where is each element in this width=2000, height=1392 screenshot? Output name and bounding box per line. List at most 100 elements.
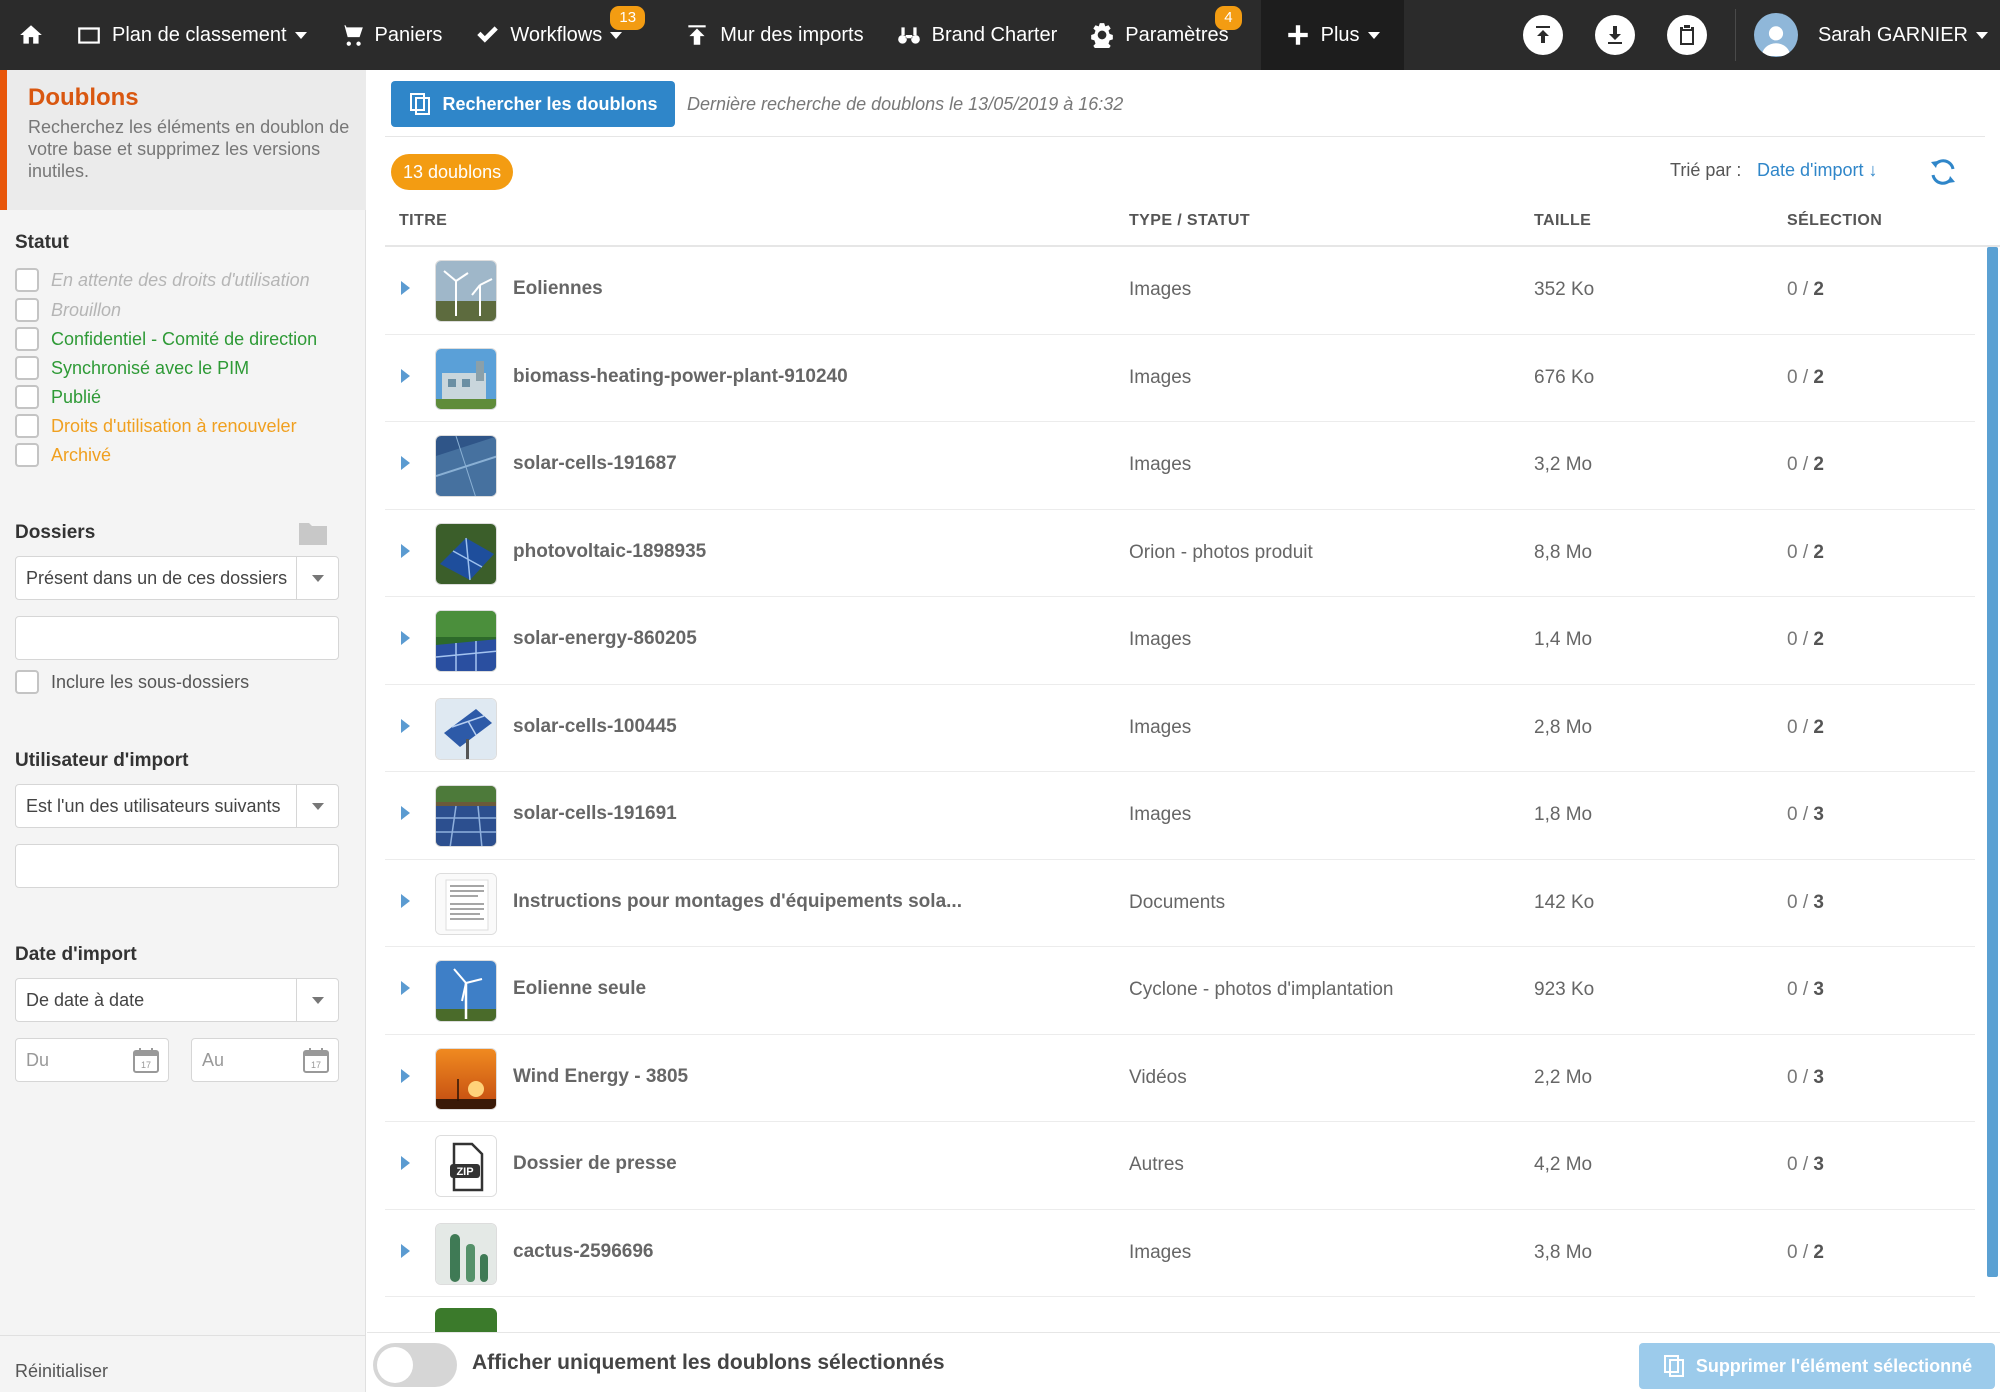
checkbox[interactable]	[15, 268, 39, 292]
chevron-down-icon	[296, 979, 338, 1021]
row-title[interactable]: Wind Energy - 3805	[513, 1066, 688, 1088]
table-row[interactable]: solar-cells-100445 Images 2,8 Mo 0 / 2	[385, 685, 1975, 772]
import-user-input[interactable]	[15, 844, 339, 888]
row-title[interactable]: Eoliennes	[513, 278, 603, 300]
selection-total: 2	[1813, 541, 1824, 563]
calendar-icon[interactable]: 17	[132, 1046, 160, 1074]
import-date-condition-select[interactable]: De date à date	[15, 978, 339, 1022]
table-row[interactable]: solar-cells-191691 Images 1,8 Mo 0 / 3	[385, 772, 1975, 860]
checkbox[interactable]	[15, 298, 39, 322]
delete-selected-button[interactable]: Supprimer l'élément sélectionné	[1639, 1343, 1995, 1389]
row-title[interactable]: Dossier de presse	[513, 1153, 677, 1175]
row-title[interactable]: cactus-2596696	[513, 1241, 654, 1263]
import-user-condition-select[interactable]: Est l'un des utilisateurs suivants	[15, 784, 339, 828]
user-menu[interactable]: Sarah GARNIER	[1746, 13, 2000, 57]
row-title[interactable]: solar-cells-191691	[513, 803, 677, 825]
thumbnail	[435, 1222, 497, 1285]
checkbox[interactable]	[15, 385, 39, 409]
checkbox[interactable]	[15, 414, 39, 438]
row-selection: 0 / 2	[1787, 629, 1824, 651]
status-checkbox[interactable]: En attente des droits d'utilisation	[15, 268, 310, 292]
row-title[interactable]: solar-cells-100445	[513, 716, 677, 738]
table-row[interactable]: Instructions pour montages d'équipements…	[385, 860, 1975, 947]
nav-parametres[interactable]: Paramètres 4	[1073, 0, 1244, 70]
row-title[interactable]: solar-cells-191687	[513, 453, 677, 475]
thumbnail	[435, 610, 497, 672]
checkbox[interactable]	[15, 670, 39, 694]
nav-plan-de-classement[interactable]: Plan de classement	[60, 0, 323, 70]
table-row[interactable]: Eolienne seule Cyclone - photos d'implant…	[385, 947, 1975, 1035]
filter-sidebar: Doublons Recherchez les éléments en doub…	[0, 70, 366, 1392]
date-to-input[interactable]: Au 17	[191, 1038, 339, 1082]
refresh-icon[interactable]	[1927, 156, 1959, 188]
row-size: 1,8 Mo	[1534, 804, 1593, 825]
table-row[interactable]: photovoltaic-1898935 Orion - photos produ…	[385, 510, 1975, 597]
expand-arrow-icon[interactable]	[401, 981, 410, 995]
import-user-section-label: Utilisateur d'import	[15, 750, 189, 771]
date-to-placeholder: Au	[202, 1049, 225, 1070]
include-subfolders-checkbox[interactable]: Inclure les sous-dossiers	[15, 670, 249, 694]
status-checkbox[interactable]: Droits d'utilisation à renouveler	[15, 414, 297, 438]
table-row[interactable]: Eoliennes Images 352 Ko 0 / 2	[385, 247, 1975, 335]
column-header-title[interactable]: TITRE	[399, 212, 447, 230]
table-row[interactable]: solar-energy-860205 Images 1,4 Mo 0 / 2	[385, 597, 1975, 685]
nav-mur-des-imports[interactable]: Mur des imports	[668, 0, 879, 70]
show-selected-toggle[interactable]	[373, 1343, 457, 1387]
table-row[interactable]: solar-cells-191687 Images 3,2 Mo 0 / 2	[385, 422, 1975, 510]
status-checkbox[interactable]: Confidentiel - Comité de direction	[15, 327, 317, 351]
row-title[interactable]: Eolienne seule	[513, 978, 646, 1000]
expand-arrow-icon[interactable]	[401, 281, 410, 295]
thumbnail	[435, 1308, 497, 1332]
status-checkbox[interactable]: Publié	[15, 385, 101, 409]
status-checkbox[interactable]: Synchronisé avec le PIM	[15, 356, 249, 380]
last-search-info: Dernière recherche de doublons le 13/05/…	[687, 94, 1124, 114]
home-button[interactable]	[0, 0, 60, 70]
checkbox[interactable]	[15, 356, 39, 380]
folders-input[interactable]	[15, 616, 339, 660]
column-header-type[interactable]: TYPE / STATUT	[1129, 212, 1250, 230]
row-type: Images	[1129, 629, 1192, 650]
table-row[interactable]: ZIP Dossier de presse Autres 4,2 Mo 0 / 3	[385, 1122, 1975, 1210]
nav-brand-charter[interactable]: Brand Charter	[880, 0, 1074, 70]
expand-arrow-icon[interactable]	[401, 543, 410, 558]
nav-workflows[interactable]: Workflows 13	[458, 0, 646, 70]
expand-arrow-icon[interactable]	[401, 718, 410, 733]
expand-arrow-icon[interactable]	[401, 806, 410, 820]
expand-arrow-icon[interactable]	[401, 631, 410, 645]
table-row[interactable]: cactus-2596696 Images 3,8 Mo 0 / 2	[385, 1210, 1975, 1297]
search-duplicates-button[interactable]: Rechercher les doublons	[391, 81, 675, 127]
status-section-label: Statut	[15, 232, 69, 253]
nav-paniers[interactable]: Paniers	[323, 0, 459, 70]
download-button[interactable]	[1594, 15, 1635, 55]
chevron-down-icon	[296, 785, 338, 827]
calendar-icon[interactable]: 17	[302, 1046, 330, 1074]
scrollbar[interactable]	[1987, 247, 1998, 1277]
row-title[interactable]: biomass-heating-power-plant-910240	[513, 366, 848, 388]
row-title[interactable]: photovoltaic-1898935	[513, 541, 706, 563]
checkbox[interactable]	[15, 327, 39, 351]
column-header-selection[interactable]: SÉLECTION	[1787, 212, 1882, 230]
upload-button[interactable]	[1522, 15, 1563, 55]
expand-arrow-icon[interactable]	[401, 1156, 410, 1170]
table-row[interactable]: Wind Energy - 3805 Vidéos 2,2 Mo 0 / 3	[385, 1035, 1975, 1122]
column-header-size[interactable]: TAILLE	[1534, 212, 1591, 230]
checkbox[interactable]	[15, 443, 39, 467]
status-checkbox[interactable]: Brouillon	[15, 298, 121, 322]
expand-arrow-icon[interactable]	[401, 368, 410, 383]
nav-plus-menu[interactable]: Plus	[1260, 0, 1404, 70]
status-checkbox[interactable]: Archivé	[15, 443, 111, 467]
expand-arrow-icon[interactable]	[401, 1243, 410, 1258]
expand-arrow-icon[interactable]	[401, 1068, 410, 1083]
date-from-input[interactable]: Du 17	[15, 1038, 169, 1082]
row-title[interactable]: solar-energy-860205	[513, 628, 697, 650]
expand-arrow-icon[interactable]	[401, 456, 410, 470]
folders-condition-select[interactable]: Présent dans un de ces dossiers	[15, 556, 339, 600]
reset-filters-link[interactable]: Réinitialiser	[15, 1361, 108, 1382]
row-size: 676 Ko	[1534, 366, 1595, 388]
table-row[interactable]: biomass-heating-power-plant-910240 Images…	[385, 335, 1975, 422]
clipboard-button[interactable]	[1666, 15, 1707, 55]
folder-icon[interactable]	[298, 520, 328, 546]
row-title[interactable]: Instructions pour montages d'équipements…	[513, 891, 962, 913]
expand-arrow-icon[interactable]	[401, 893, 410, 908]
sort-selector[interactable]: Date d'import ↓	[1757, 160, 1877, 181]
